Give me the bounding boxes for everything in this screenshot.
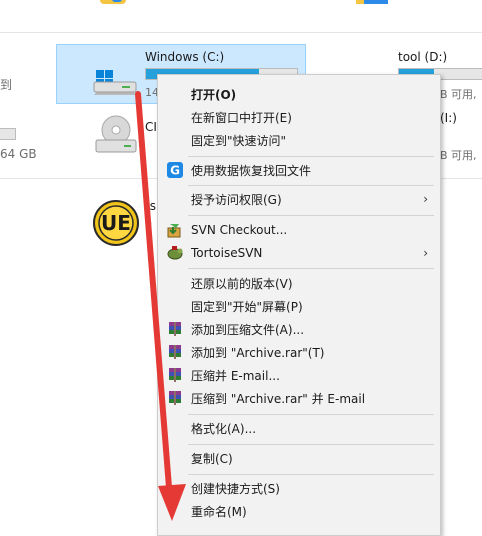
drive-i-name: (I:) [440, 111, 457, 125]
ultraedit-logo-icon: UE [92, 199, 140, 247]
menu-separator [188, 156, 434, 157]
svg-text:UE: UE [101, 211, 131, 235]
drive-d-name: tool (D:) [398, 50, 448, 64]
menu-item-data-recovery[interactable]: G 使用数据恢复找回文件 [158, 159, 440, 181]
menu-item-label: 打开(O) [191, 87, 237, 102]
drive-d-sub: B 可用, [440, 88, 477, 101]
menu-separator [188, 474, 434, 475]
drive-ts-name: ts [145, 199, 156, 213]
section-divider [0, 32, 482, 33]
recovery-icon: G [167, 162, 183, 178]
menu-item-add-archive-rar[interactable]: 添加到 "Archive.rar"(T) [158, 341, 440, 363]
winrar-icon [167, 390, 183, 406]
menu-item-svn-checkout[interactable]: SVN Checkout... [158, 219, 440, 241]
cd-drive-icon [92, 114, 140, 158]
winrar-icon [167, 344, 183, 360]
menu-item-label: 压缩到 "Archive.rar" 并 E-mail [191, 391, 366, 406]
menu-item-open-new-window[interactable]: 在新窗口中打开(E) [158, 106, 440, 128]
menu-item-label: 在新窗口中打开(E) [191, 110, 292, 125]
menu-item-rename[interactable]: 重命名(M) [158, 500, 440, 522]
drive-icon [364, 0, 388, 4]
menu-item-restore-previous[interactable]: 还原以前的版本(V) [158, 272, 440, 294]
winrar-icon [167, 367, 183, 383]
menu-item-label: 格式化(A)... [191, 421, 257, 436]
menu-item-copy[interactable]: 复制(C) [158, 447, 440, 469]
windows-drive-icon [92, 60, 140, 98]
chevron-right-icon: › [423, 246, 428, 260]
context-menu: 打开(O) 在新窗口中打开(E) 固定到"快速访问" G 使用数据恢复找回文件 … [157, 74, 441, 536]
menu-item-grant-access[interactable]: 授予访问权限(G) › [158, 188, 440, 210]
menu-separator [188, 215, 434, 216]
chevron-right-icon: › [423, 192, 428, 206]
menu-item-label: 创建快捷方式(S) [191, 481, 280, 496]
menu-item-label: TortoiseSVN [191, 246, 263, 260]
menu-item-label: 添加到 "Archive.rar"(T) [191, 345, 325, 360]
menu-separator [188, 185, 434, 186]
menu-separator [188, 444, 434, 445]
menu-item-label: 还原以前的版本(V) [191, 276, 293, 291]
svn-checkout-icon [167, 222, 183, 238]
menu-item-label: SVN Checkout... [191, 223, 288, 237]
menu-item-compress-email[interactable]: 压缩并 E-mail... [158, 364, 440, 386]
menu-item-label: 重命名(M) [191, 504, 247, 519]
tortoisesvn-icon [167, 245, 183, 261]
left-edge-bar [0, 128, 16, 140]
svg-text:G: G [170, 164, 180, 178]
menu-item-label: 固定到"开始"屏幕(P) [191, 299, 303, 314]
menu-item-tortoisesvn[interactable]: TortoiseSVN › [158, 242, 440, 264]
drive-i-sub: B 可用, [440, 149, 477, 162]
menu-item-label: 使用数据恢复找回文件 [191, 163, 312, 178]
menu-separator [188, 268, 434, 269]
drive-cd-name: CI [145, 120, 157, 134]
menu-item-add-archive[interactable]: 添加到压缩文件(A)... [158, 318, 440, 340]
menu-item-label: 添加到压缩文件(A)... [191, 322, 305, 337]
menu-item-open[interactable]: 打开(O) [158, 83, 440, 105]
menu-item-label: 复制(C) [191, 451, 233, 466]
menu-item-compress-rar-email[interactable]: 压缩到 "Archive.rar" 并 E-mail [158, 387, 440, 409]
winrar-icon [167, 321, 183, 337]
left-edge-size: 64 GB [0, 147, 37, 161]
drive-ts-sub: 9 [145, 218, 152, 231]
drive-c-name: Windows (C:) [145, 50, 225, 64]
menu-item-pin-start[interactable]: 固定到"开始"屏幕(P) [158, 295, 440, 317]
menu-item-pin-quick-access[interactable]: 固定到"快速访问" [158, 129, 440, 151]
menu-item-format[interactable]: 格式化(A)... [158, 417, 440, 439]
menu-item-label: 固定到"快速访问" [191, 133, 287, 148]
menu-item-label: 授予访问权限(G) [191, 192, 282, 207]
left-edge-text: 到 [0, 78, 13, 92]
menu-item-create-shortcut[interactable]: 创建快捷方式(S) [158, 477, 440, 499]
menu-item-label: 压缩并 E-mail... [191, 368, 280, 383]
menu-separator [188, 414, 434, 415]
